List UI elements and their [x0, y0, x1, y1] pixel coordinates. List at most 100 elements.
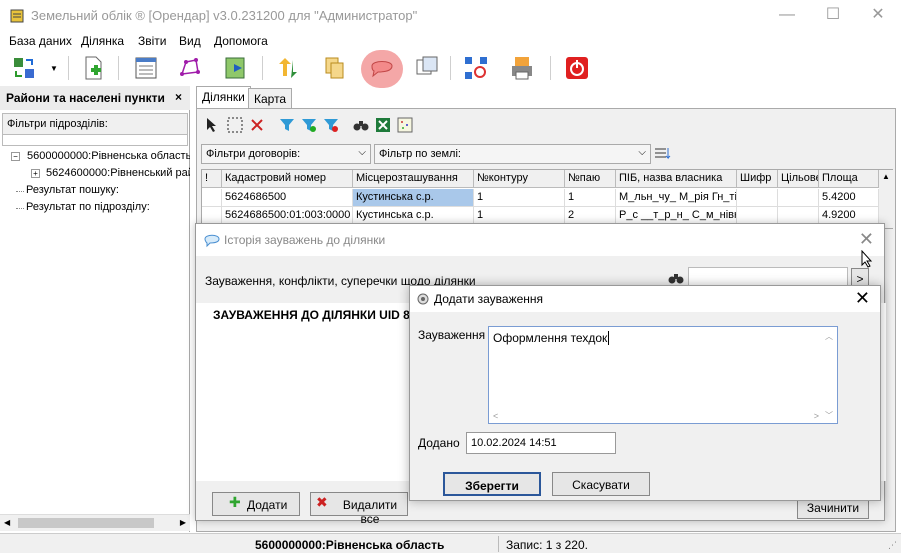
table-cell[interactable]: [778, 189, 819, 207]
plus-icon: ✚: [229, 494, 241, 510]
table-cell[interactable]: 1: [565, 189, 616, 207]
select-arrow-icon[interactable]: [205, 117, 221, 133]
menu-parcel[interactable]: Ділянка: [81, 34, 124, 48]
table-cell[interactable]: [737, 189, 778, 207]
dialog-title-bar: Додати зауваження ✕: [410, 286, 880, 312]
title-bar: Земельний облік ® [Орендар] v3.0.231200 …: [0, 0, 901, 32]
app-icon: [10, 9, 24, 23]
column-header[interactable]: ПІБ, назва власника: [616, 170, 737, 188]
close-window-button[interactable]: ✕: [855, 0, 901, 32]
toolbar-separator: [550, 56, 551, 80]
division-filter-label: Фільтри підрозділів:: [2, 113, 188, 135]
text-cursor: [608, 331, 610, 345]
scroll-right-icon[interactable]: ▶: [180, 518, 186, 527]
tab-parcels[interactable]: Ділянки: [196, 86, 251, 108]
comment-icon[interactable]: [368, 54, 396, 82]
menu-help[interactable]: Допомога: [214, 34, 268, 48]
dialog-title: Додати зауваження: [434, 292, 544, 306]
close-icon[interactable]: ✕: [855, 288, 870, 309]
windows-icon[interactable]: [413, 54, 441, 82]
scroll-right-icon[interactable]: >: [814, 411, 819, 421]
window-title: Земельний облік ® [Орендар] v3.0.231200 …: [31, 8, 418, 23]
binoculars-icon[interactable]: [353, 117, 369, 133]
tree-node-division-result[interactable]: Результат по підрозділу:: [26, 201, 150, 213]
grid-settings-icon[interactable]: [397, 117, 413, 133]
tree-node-district[interactable]: 5624600000:Рівненський район: [46, 167, 190, 179]
polygon-icon[interactable]: [176, 54, 204, 82]
column-header[interactable]: Площа: [819, 170, 879, 188]
close-icon[interactable]: ×: [175, 90, 182, 104]
table-cell[interactable]: 5.4200: [819, 189, 879, 207]
scroll-up-icon[interactable]: ︿: [825, 331, 833, 342]
toolbar-separator: [450, 56, 451, 80]
scroll-left-icon[interactable]: <: [493, 411, 498, 421]
add-remark-label: Додати: [247, 498, 288, 512]
excel-icon[interactable]: [375, 117, 391, 133]
sync-icon[interactable]: [10, 54, 38, 82]
column-header[interactable]: Шифр: [737, 170, 778, 188]
chevron-down-icon: ⌵: [638, 147, 646, 158]
map-export-icon[interactable]: [222, 54, 250, 82]
table-cell[interactable]: 1: [474, 189, 565, 207]
chevron-down-icon: ⌵: [358, 147, 366, 158]
column-header[interactable]: Кадастровий номер: [222, 170, 353, 188]
table-cell-selected[interactable]: Кустинська с.р.: [353, 189, 474, 207]
clear-selection-icon[interactable]: [249, 117, 265, 133]
contracts-filter-select[interactable]: Фільтри договорів: ⌵: [201, 144, 371, 164]
close-icon[interactable]: ✕: [859, 229, 874, 250]
column-header[interactable]: №паю: [565, 170, 616, 188]
binoculars-icon: [668, 274, 684, 284]
column-header[interactable]: !: [202, 170, 222, 188]
maximize-button[interactable]: ☐: [810, 0, 856, 32]
menu-bar: База даних Ділянка Звіти Вид Допомога: [0, 32, 901, 50]
exit-icon[interactable]: [563, 54, 591, 82]
remarks-section-title: ЗАУВАЖЕННЯ ДО ДІЛЯНКИ UID 87: [213, 308, 417, 322]
filter-remove-icon[interactable]: [323, 117, 339, 133]
menu-reports[interactable]: Звіти: [138, 34, 167, 48]
horizontal-scrollbar[interactable]: ◀ ▶: [0, 514, 190, 531]
date-field[interactable]: 10.02.2024 14:51: [466, 432, 616, 454]
remark-textarea[interactable]: Оформлення техдок ︿ ﹀ < >: [488, 326, 838, 424]
scroll-up-icon[interactable]: ▲: [882, 172, 890, 181]
contracts-filter-label: Фільтри договорів:: [206, 148, 301, 160]
minimize-button[interactable]: —: [764, 0, 810, 32]
filter-add-icon[interactable]: [301, 117, 317, 133]
tree-node-search-result[interactable]: Результат пошуку:: [26, 184, 119, 196]
new-document-icon[interactable]: [79, 54, 107, 82]
menu-database[interactable]: База даних: [9, 34, 72, 48]
print-icon[interactable]: [508, 54, 536, 82]
collapse-icon[interactable]: −: [11, 152, 20, 161]
table-cell[interactable]: М_льн_чу_ М_рія Гн_тів: [616, 189, 737, 207]
column-header[interactable]: №контуру: [474, 170, 565, 188]
scroll-left-icon[interactable]: ◀: [4, 518, 10, 527]
land-filter-select[interactable]: Фільтр по землі: ⌵: [374, 144, 651, 164]
network-search-icon[interactable]: [462, 54, 490, 82]
table-cell[interactable]: [202, 189, 222, 207]
column-header[interactable]: Цільове: [778, 170, 819, 188]
tree-node-region[interactable]: 5600000000:Рівненська область: [27, 150, 190, 162]
save-button[interactable]: Зберегти: [443, 472, 541, 496]
table-cell[interactable]: 5624686500: [222, 189, 353, 207]
vertical-scrollbar[interactable]: ▲: [879, 170, 893, 228]
resize-grip-icon[interactable]: ⋰: [888, 540, 897, 551]
status-bar: 5600000000:Рівненська область Запис: 1 з…: [0, 533, 901, 553]
form-icon[interactable]: [132, 54, 160, 82]
import-export-icon[interactable]: [274, 54, 302, 82]
select-all-icon[interactable]: [227, 117, 243, 133]
copy-icon[interactable]: [320, 54, 348, 82]
menu-view[interactable]: Вид: [179, 34, 201, 48]
sort-list-icon[interactable]: [654, 146, 672, 162]
filter-icon[interactable]: [279, 117, 295, 133]
scroll-down-icon[interactable]: ﹀: [825, 410, 833, 421]
division-filter-input[interactable]: [2, 134, 188, 146]
add-remark-button[interactable]: ✚ Додати: [212, 492, 300, 516]
scrollbar-thumb[interactable]: [18, 518, 154, 528]
grid-toolbar: [201, 113, 891, 137]
delete-all-button[interactable]: ✖ Видалити все: [310, 492, 408, 526]
dropdown-arrow-icon[interactable]: ▼: [50, 64, 58, 73]
expand-icon[interactable]: +: [31, 169, 40, 178]
tab-map[interactable]: Карта: [248, 88, 293, 108]
cancel-button[interactable]: Скасувати: [552, 472, 650, 496]
dialog-title-bar: Історія зауважень до ділянки ✕: [196, 224, 884, 256]
column-header[interactable]: Місцерозташування: [353, 170, 474, 188]
